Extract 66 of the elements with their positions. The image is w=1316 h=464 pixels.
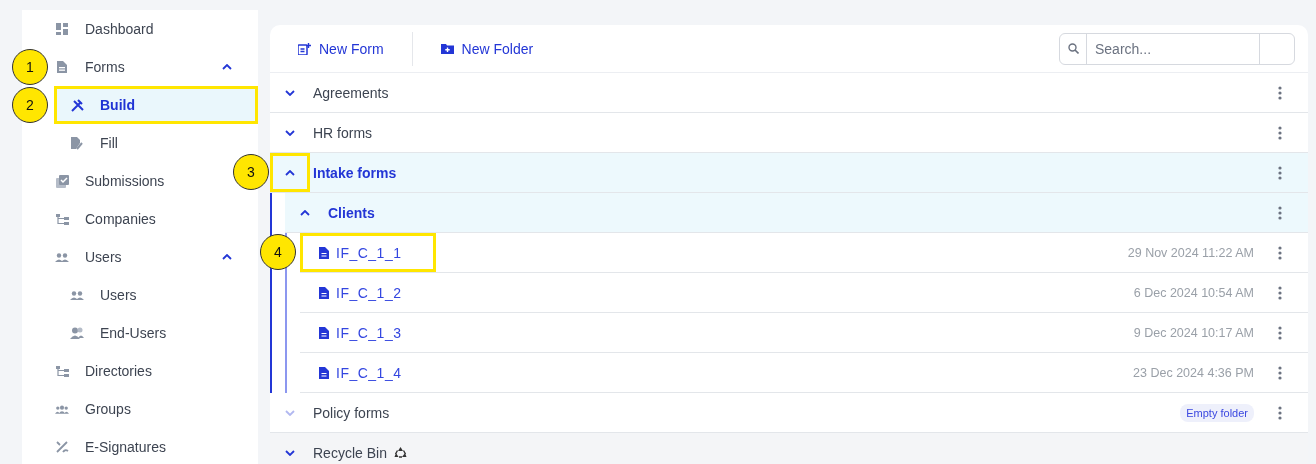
- folder-name: Clients: [328, 204, 375, 221]
- folder-name: Recycle Bin: [313, 444, 387, 461]
- folder-plus-icon: [440, 43, 454, 54]
- document-icon: [57, 61, 67, 73]
- sidebar-item[interactable]: Groups: [48, 390, 232, 428]
- modified-date: 9 Dec 2024 10:17 AM: [1133, 325, 1254, 340]
- modified-date: 29 Nov 2024 11:22 AM: [1127, 245, 1254, 260]
- form-file-link[interactable]: IF_C_1_3: [300, 313, 437, 352]
- chevron-up-icon: [222, 254, 232, 260]
- search-icon: [1067, 43, 1079, 54]
- tools-icon: [70, 98, 84, 112]
- folder-row[interactable]: Intake forms: [270, 153, 1308, 193]
- folder-row[interactable]: Clients: [285, 193, 1308, 233]
- users-icon: [70, 327, 84, 339]
- folder-name: Intake forms: [313, 164, 397, 181]
- hierarchy-icon: [55, 365, 69, 377]
- status-tag: Empty folder: [1180, 403, 1254, 422]
- sidebar-item[interactable]: Forms: [48, 48, 232, 86]
- search-field[interactable]: Search...: [1059, 32, 1295, 65]
- form-file-link[interactable]: IF_C_1_4: [300, 353, 437, 392]
- file-icon: [319, 326, 329, 339]
- folder-name: HR forms: [313, 124, 373, 141]
- chevron-down-icon: [285, 409, 295, 416]
- document-pen-icon: [71, 136, 83, 150]
- form-file-link[interactable]: IF_C_1_2: [300, 273, 437, 312]
- expand-toggle[interactable]: [270, 153, 310, 192]
- folder-name: Policy forms: [313, 404, 390, 421]
- callout-marker: 3: [233, 154, 269, 190]
- chevron-up-icon: [300, 209, 310, 216]
- group-icon: [55, 404, 69, 414]
- stacked-check-icon: [55, 174, 69, 188]
- callout-marker: 2: [12, 87, 48, 123]
- chevron-up-icon: [285, 169, 295, 176]
- form-file-link[interactable]: IF_C_1_1: [300, 233, 437, 272]
- recycle-icon: [393, 446, 407, 459]
- sidebar-item[interactable]: E-Signatures: [48, 428, 232, 464]
- folder-name: Agreements: [313, 84, 389, 101]
- sidebar-item[interactable]: Build: [54, 86, 258, 124]
- sidebar-item[interactable]: End-Users: [54, 314, 258, 352]
- file-icon: [319, 286, 329, 299]
- new-form-button[interactable]: New Form: [298, 36, 384, 61]
- chevron-up-icon: [222, 64, 232, 70]
- folder-row[interactable]: Agreements: [270, 73, 1308, 113]
- new-folder-button[interactable]: New Folder: [440, 36, 534, 61]
- modified-date: 6 Dec 2024 10:54 AM: [1133, 285, 1254, 300]
- sidebar-item[interactable]: Users: [48, 238, 232, 276]
- chevron-down-icon: [285, 89, 295, 96]
- sidebar-item[interactable]: Companies: [48, 200, 232, 238]
- sidebar-item[interactable]: Submissions: [48, 162, 232, 200]
- document-plus-icon: [298, 42, 311, 55]
- recycle-bin-row[interactable]: Recycle Bin: [270, 433, 1308, 464]
- file-icon: [319, 246, 329, 259]
- modified-date: 23 Dec 2024 4:36 PM: [1133, 365, 1254, 380]
- chevron-down-icon: [285, 449, 295, 456]
- hierarchy-icon: [55, 213, 69, 225]
- sidebar-item[interactable]: Directories: [48, 352, 232, 390]
- sidebar-item[interactable]: Dashboard: [48, 10, 232, 48]
- callout-marker: 4: [260, 234, 296, 270]
- file-icon: [319, 366, 329, 379]
- chevron-down-icon: [285, 129, 295, 136]
- signature-icon: [55, 441, 69, 453]
- users-icon: [70, 290, 84, 300]
- dashboard-icon: [56, 23, 68, 35]
- sidebar-item[interactable]: Users: [54, 276, 258, 314]
- users-icon: [55, 252, 69, 262]
- callout-marker: 1: [12, 49, 48, 85]
